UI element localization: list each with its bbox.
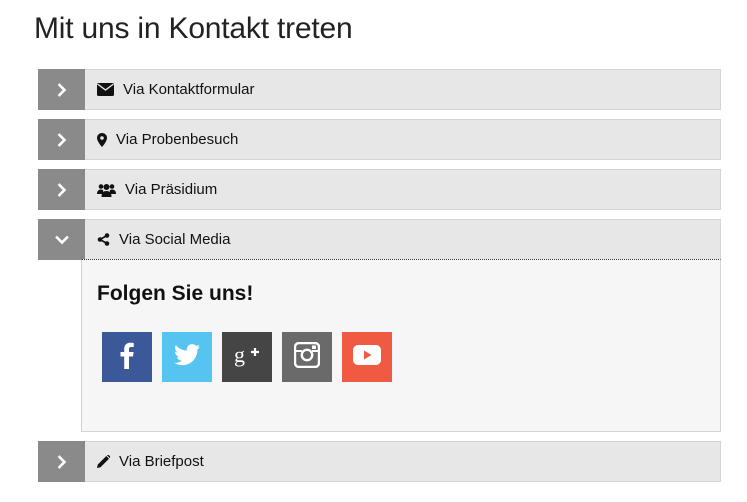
accordion-label: Via Kontaktformular — [97, 70, 254, 109]
facebook-link[interactable] — [102, 332, 152, 382]
accordion-label-text: Via Probenbesuch — [116, 131, 239, 148]
chevron-right-icon[interactable] — [38, 69, 85, 110]
accordion-label: Via Probenbesuch — [97, 120, 238, 159]
accordion-header-social-media[interactable]: Via Social Media — [38, 219, 721, 260]
youtube-icon — [353, 344, 381, 370]
page-title: Mit uns in Kontakt treten — [34, 12, 353, 45]
users-icon — [97, 183, 116, 197]
accordion-label-text: Via Kontaktformular — [123, 81, 255, 98]
accordion-item-praesidium: Via Präsidium — [38, 169, 721, 210]
facebook-icon — [120, 341, 134, 374]
accordion-label: Via Social Media — [97, 220, 230, 259]
accordion-header-probenbesuch[interactable]: Via Probenbesuch — [38, 119, 721, 160]
accordion-item-kontaktformular: Via Kontaktformular — [38, 69, 721, 110]
accordion-label-text: Via Präsidium — [125, 181, 218, 198]
google-plus-link[interactable]: g — [222, 332, 272, 382]
accordion-header-briefpost[interactable]: Via Briefpost — [38, 441, 721, 482]
accordion-item-social-media: Via Social Media Folgen Sie uns! g — [38, 219, 721, 432]
chevron-right-icon[interactable] — [38, 119, 85, 160]
accordion-label-text: Via Social Media — [119, 231, 231, 248]
twitter-icon — [174, 343, 200, 371]
youtube-link[interactable] — [342, 332, 392, 382]
instagram-icon — [293, 341, 321, 373]
accordion-label-text: Via Briefpost — [119, 453, 204, 470]
accordion-header-praesidium[interactable]: Via Präsidium — [38, 169, 721, 210]
accordion-label: Via Präsidium — [97, 170, 217, 209]
chevron-down-icon[interactable] — [38, 219, 85, 260]
chevron-right-icon[interactable] — [38, 169, 85, 210]
twitter-link[interactable] — [162, 332, 212, 382]
accordion-label: Via Briefpost — [97, 442, 204, 481]
share-icon — [97, 233, 110, 246]
panel-heading: Folgen Sie uns! — [97, 282, 254, 305]
social-media-panel: Folgen Sie uns! g — [81, 259, 721, 432]
google-plus-icon: g — [233, 341, 261, 374]
chevron-right-icon[interactable] — [38, 441, 85, 482]
envelope-icon — [97, 83, 114, 96]
accordion-item-briefpost: Via Briefpost — [38, 441, 721, 482]
map-marker-icon — [97, 132, 107, 147]
instagram-link[interactable] — [282, 332, 332, 382]
accordion-header-kontaktformular[interactable]: Via Kontaktformular — [38, 69, 721, 110]
accordion-item-probenbesuch: Via Probenbesuch — [38, 119, 721, 160]
pencil-icon — [97, 455, 110, 468]
svg-text:g: g — [234, 342, 245, 367]
